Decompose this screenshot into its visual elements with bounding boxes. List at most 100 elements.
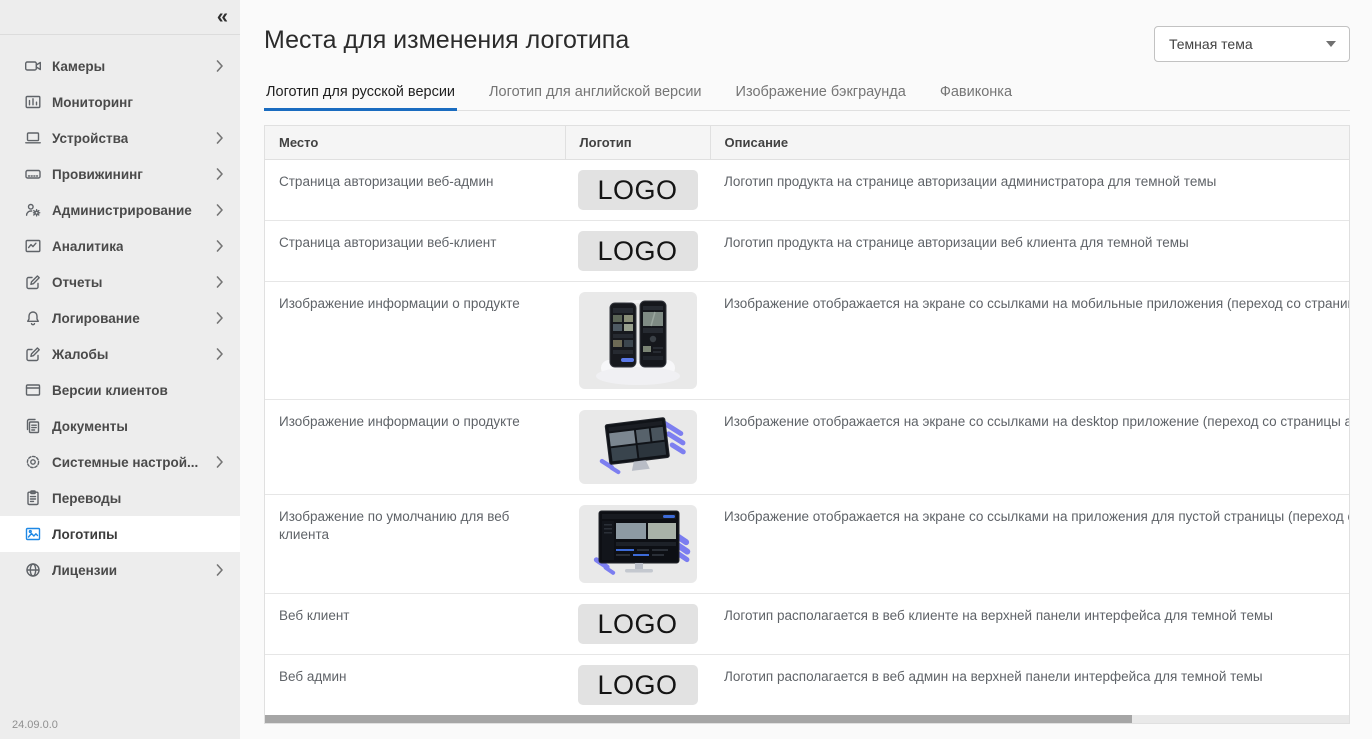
sidebar-item-label: Камеры — [52, 59, 105, 74]
sidebar-item[interactable]: Камеры — [0, 48, 240, 84]
description-cell: Изображение отображается на экране со сс… — [710, 281, 1349, 399]
logging-icon — [24, 309, 42, 327]
tab[interactable]: Логотип для русской версии — [264, 78, 457, 110]
sidebar-header: « — [0, 0, 240, 35]
table-row: Изображение информации о продукте Изображ… — [265, 281, 1349, 399]
logos-icon — [24, 525, 42, 543]
sidebar-item-label: Документы — [52, 419, 128, 434]
sidebar-item-label: Мониторинг — [52, 95, 133, 110]
complaints-icon — [24, 345, 42, 363]
chevron-right-icon — [216, 240, 224, 252]
place-cell: Изображение информации о продукте — [265, 399, 565, 494]
sidebar-item[interactable]: Логотипы — [0, 516, 240, 552]
page-title: Места для изменения логотипа — [264, 25, 629, 56]
sidebar-item-label: Жалобы — [52, 347, 108, 362]
version-label: 24.09.0.0 — [12, 719, 58, 731]
column-header: Логотип — [565, 126, 710, 159]
logo-placeholder: LOGO — [578, 665, 698, 705]
sidebar-item[interactable]: Провижининг — [0, 156, 240, 192]
logo-cell — [565, 494, 710, 593]
theme-select-value: Темная тема — [1169, 36, 1253, 52]
chevron-right-icon — [216, 276, 224, 288]
sidebar-item[interactable]: Документы — [0, 408, 240, 444]
sidebar-collapse-button[interactable]: « — [217, 7, 228, 27]
sidebar-item[interactable]: Лицензии — [0, 552, 240, 588]
sidebar-item[interactable]: Администрирование — [0, 192, 240, 228]
sidebar-item[interactable]: Переводы — [0, 480, 240, 516]
sidebar-item-label: Аналитика — [52, 239, 123, 254]
sidebar-item[interactable]: Логирование — [0, 300, 240, 336]
devices-icon — [24, 129, 42, 147]
place-cell: Веб клиент — [265, 593, 565, 654]
sidebar-item[interactable]: Жалобы — [0, 336, 240, 372]
camera-icon — [24, 57, 42, 75]
sidebar-menu: Камеры Мониторинг Устройства Провижининг Адм… — [0, 35, 240, 588]
logo-placeholder: LOGO — [578, 170, 698, 210]
main-content: Места для изменения логотипа Темная тема… — [240, 0, 1372, 739]
table-row: Веб клиент LOGO Логотип располагается в ве… — [265, 593, 1349, 654]
sidebar-item-label: Системные настрой... — [52, 455, 198, 470]
licenses-icon — [24, 561, 42, 579]
mobile-apps-preview — [579, 292, 697, 389]
logo-placeholder: LOGO — [578, 604, 698, 644]
place-cell: Изображение информации о продукте — [265, 281, 565, 399]
sidebar-item[interactable]: Отчеты — [0, 264, 240, 300]
column-header: Место — [265, 126, 565, 159]
chevron-right-icon — [216, 204, 224, 216]
chevron-right-icon — [216, 60, 224, 72]
sidebar-item-label: Версии клиентов — [52, 383, 168, 398]
settings-icon — [24, 453, 42, 471]
analytics-icon — [24, 237, 42, 255]
tab[interactable]: Логотип для английской версии — [487, 78, 704, 110]
sidebar-item[interactable]: Системные настрой... — [0, 444, 240, 480]
table-row: Веб админLOGOЛоготип располагается в веб… — [265, 654, 1349, 715]
sidebar-item[interactable]: Мониторинг — [0, 84, 240, 120]
sidebar-item-label: Лицензии — [52, 563, 117, 578]
sidebar-item-label: Логотипы — [52, 527, 118, 542]
client-versions-icon — [24, 381, 42, 399]
chevron-right-icon — [216, 168, 224, 180]
web-client-preview — [579, 505, 697, 583]
chevron-down-icon — [1326, 41, 1336, 47]
sidebar-item[interactable]: Аналитика — [0, 228, 240, 264]
table-row: Страница авторизации веб-админ LOGO Логоти… — [265, 159, 1349, 220]
sidebar-item-label: Устройства — [52, 131, 128, 146]
place-cell: Изображение по умолчанию для веб клиента — [265, 494, 565, 593]
description-cell: Логотип продукта на странице авторизации… — [710, 220, 1349, 281]
theme-select[interactable]: Темная тема — [1154, 26, 1350, 62]
table-row: Изображение по умолчанию для веб клиента… — [265, 494, 1349, 593]
sidebar-item-label: Администрирование — [52, 203, 192, 218]
chevron-right-icon — [216, 132, 224, 144]
table-row: Изображение информации о продуктеИзображ… — [265, 399, 1349, 494]
tab[interactable]: Фавиконка — [938, 78, 1014, 110]
tab-bar: Логотип для русской версии Логотип для ан… — [264, 78, 1350, 111]
sidebar-item-label: Отчеты — [52, 275, 102, 290]
table-row: Страница авторизации веб-клиент LOGO Логот… — [265, 220, 1349, 281]
scrollbar-thumb[interactable] — [265, 715, 1132, 723]
sidebar-item[interactable]: Устройства — [0, 120, 240, 156]
description-cell: Логотип располагается в веб клиенте на в… — [710, 593, 1349, 654]
logo-cell — [565, 399, 710, 494]
sidebar-item-label: Переводы — [52, 491, 121, 506]
logo-cell: LOGO — [565, 159, 710, 220]
logo-cell: LOGO — [565, 593, 710, 654]
chevron-right-icon — [216, 348, 224, 360]
place-cell: Веб админ — [265, 654, 565, 715]
column-header: Описание — [710, 126, 1349, 159]
app-window: « Камеры Мониторинг Устройства Провижининг А… — [0, 0, 1372, 739]
translations-icon — [24, 489, 42, 507]
provisioning-icon — [24, 165, 42, 183]
horizontal-scrollbar[interactable] — [265, 715, 1349, 723]
documents-icon — [24, 417, 42, 435]
logo-table-card: МестоЛоготипОписание Страница авторизаци… — [264, 125, 1350, 724]
sidebar-item-label: Провижининг — [52, 167, 143, 182]
tab[interactable]: Изображение бэкграунда — [734, 78, 908, 110]
place-cell: Страница авторизации веб-админ — [265, 159, 565, 220]
monitoring-icon — [24, 93, 42, 111]
table-header-row: МестоЛоготипОписание — [265, 126, 1349, 159]
sidebar-item[interactable]: Версии клиентов — [0, 372, 240, 408]
description-cell: Логотип продукта на странице авторизации… — [710, 159, 1349, 220]
logo-placeholder: LOGO — [578, 231, 698, 271]
logo-cell — [565, 281, 710, 399]
place-cell: Страница авторизации веб-клиент — [265, 220, 565, 281]
